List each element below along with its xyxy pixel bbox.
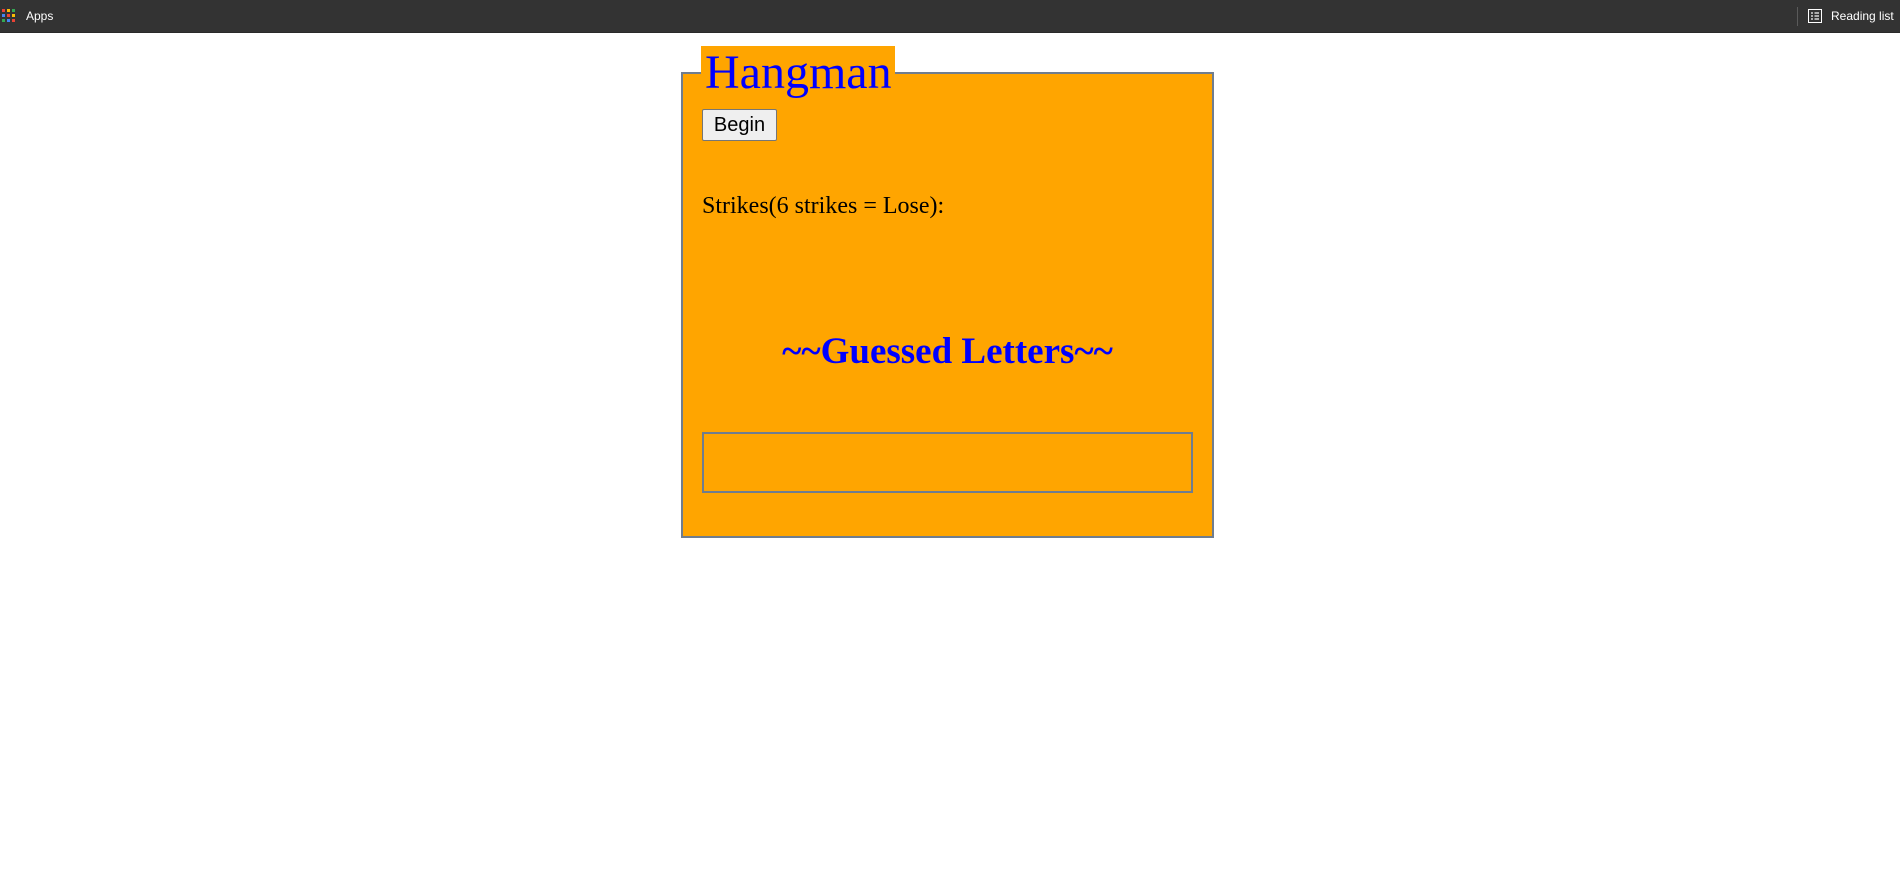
reading-list-label: Reading list [1831,9,1894,23]
apps-shortcut[interactable]: Apps [2,7,53,25]
apps-grid-icon [2,9,16,23]
begin-button[interactable]: Begin [702,109,777,141]
bookmarks-divider [1797,7,1798,26]
reading-list-button[interactable]: Reading list [1808,7,1894,25]
strikes-label: Strikes(6 strikes = Lose): [702,193,945,219]
reading-list-icon [1808,9,1822,23]
game-title: Hangman [701,46,895,100]
apps-label: Apps [26,9,54,23]
bookmarks-bar: Apps Reading list [0,0,1900,33]
guessed-letters-box [702,432,1193,493]
guessed-letters-heading: ~~Guessed Letters~~ [782,331,1113,372]
